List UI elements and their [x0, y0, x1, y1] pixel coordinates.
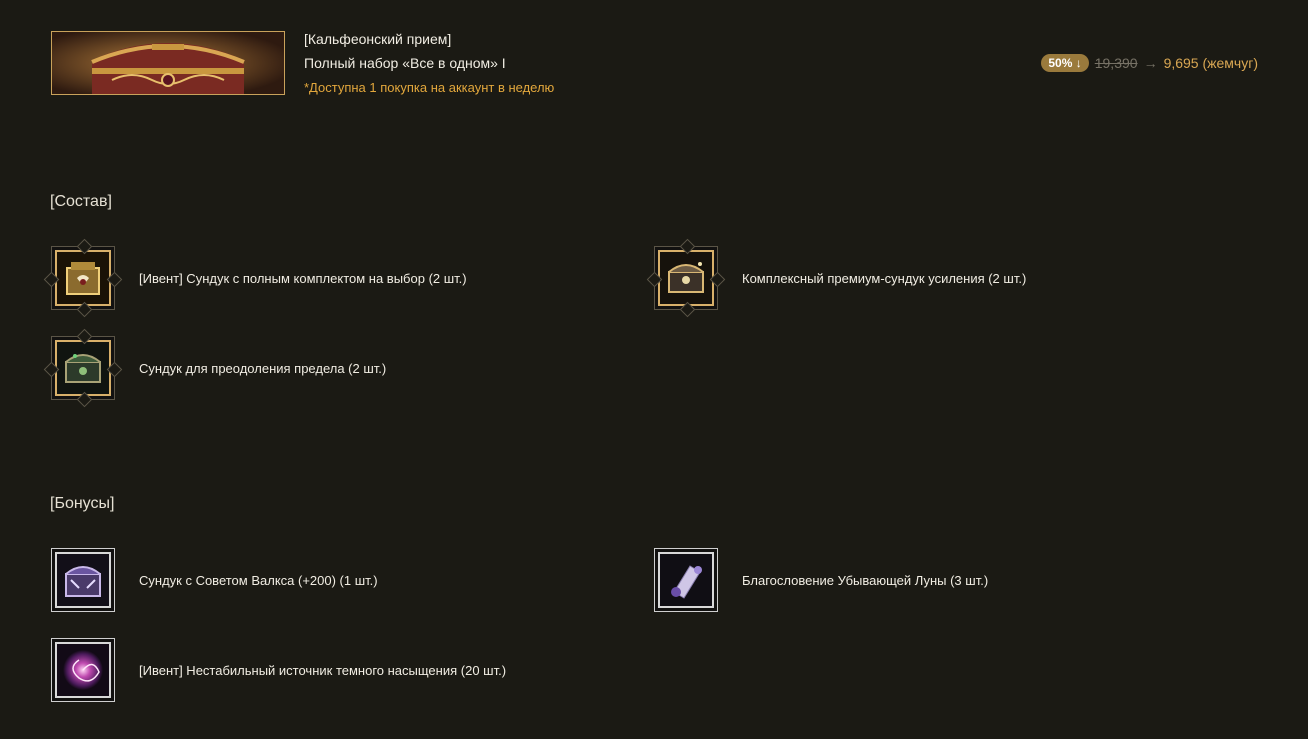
contents-item-label: Сундук для преодоления предела (2 шт.): [139, 360, 387, 376]
item-icon-frame: [43, 328, 123, 408]
item-icon-frame: [646, 238, 726, 318]
bonus-item-label: [Ивент] Нестабильный источник темного на…: [139, 662, 507, 678]
contents-item-label: Комплексный премиум-сундук усиления (2 ш…: [742, 270, 1027, 286]
item-icon-frame: [43, 238, 123, 318]
contents-item[interactable]: Сундук для преодоления предела (2 шт.): [43, 328, 387, 408]
scroll-icon: [658, 552, 714, 608]
bonus-item-label: Сундук с Советом Валкса (+200) (1 шт.): [139, 572, 378, 588]
gold-chest-icon: [55, 250, 111, 306]
item-icon-frame: [51, 638, 115, 702]
item-icon-frame: [51, 548, 115, 612]
old-price: 19,390: [1094, 55, 1138, 71]
new-price: 9,695 (жемчуг): [1163, 55, 1258, 71]
product-banner-image: [51, 31, 285, 95]
bonuses-section-title: [Бонусы]: [50, 495, 115, 512]
purchase-limit-note: *Доступна 1 покупка на аккаунт в неделю: [304, 80, 555, 95]
green-chest-icon: [55, 340, 111, 396]
contents-item[interactable]: Комплексный премиум-сундук усиления (2 ш…: [646, 238, 1027, 318]
contents-item[interactable]: [Ивент] Сундук с полным комплектом на вы…: [43, 238, 467, 318]
purple-chest-icon: [55, 552, 111, 608]
product-category: [Кальфеонский прием]: [304, 31, 452, 47]
price-arrow: →: [1143, 55, 1158, 71]
product-title: Полный набор «Все в одном» I: [304, 55, 506, 71]
price-box: 50% ↓ 19,390 → 9,695 (жемчуг): [1041, 54, 1258, 72]
bonus-item[interactable]: [Ивент] Нестабильный источник темного на…: [51, 637, 506, 703]
galaxy-orb-icon: [55, 642, 111, 698]
contents-section-title: [Состав]: [50, 193, 112, 210]
bonus-item-label: Благословение Убывающей Луны (3 шт.): [742, 572, 989, 588]
discount-badge: 50% ↓: [1041, 54, 1089, 72]
bonus-item[interactable]: Благословение Убывающей Луны (3 шт.): [654, 547, 988, 613]
bonus-item[interactable]: Сундук с Советом Валкса (+200) (1 шт.): [51, 547, 378, 613]
item-icon-frame: [654, 548, 718, 612]
premium-chest-icon: [658, 250, 714, 306]
contents-item-label: [Ивент] Сундук с полным комплектом на вы…: [139, 270, 467, 286]
